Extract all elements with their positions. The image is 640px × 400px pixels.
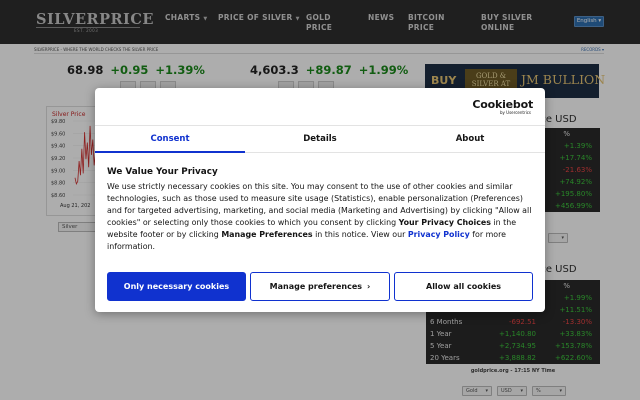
cookie-consent-dialog: Cookiebot by Usercentrics Consent Detail…	[95, 88, 545, 312]
chevron-right-icon: ›	[367, 282, 371, 291]
consent-title: We Value Your Privacy	[107, 167, 218, 177]
button-label: Allow all cookies	[426, 282, 501, 291]
button-label: Manage preferences	[269, 282, 363, 291]
tab-consent[interactable]: Consent	[95, 126, 245, 153]
cookiebot-logo: Cookiebot by Usercentrics	[472, 98, 533, 116]
cookiebot-logo-subtitle: by Usercentrics	[499, 110, 531, 115]
allow-all-cookies-button[interactable]: Allow all cookies	[394, 272, 533, 301]
consent-body: We use strictly necessary cookies on thi…	[107, 182, 532, 251]
manage-preferences-button[interactable]: Manage preferences ›	[250, 272, 390, 301]
only-necessary-cookies-button[interactable]: Only necessary cookies	[107, 272, 246, 301]
your-privacy-choices-text: Your Privacy Choices	[398, 218, 491, 227]
tab-about[interactable]: About	[395, 126, 545, 153]
manage-preferences-text: Manage Preferences	[221, 230, 313, 239]
button-label: Only necessary cookies	[123, 282, 230, 291]
privacy-policy-link[interactable]: Privacy Policy	[408, 230, 470, 239]
consent-tabs: Consent Details About	[95, 125, 545, 153]
tab-details[interactable]: Details	[245, 126, 395, 153]
